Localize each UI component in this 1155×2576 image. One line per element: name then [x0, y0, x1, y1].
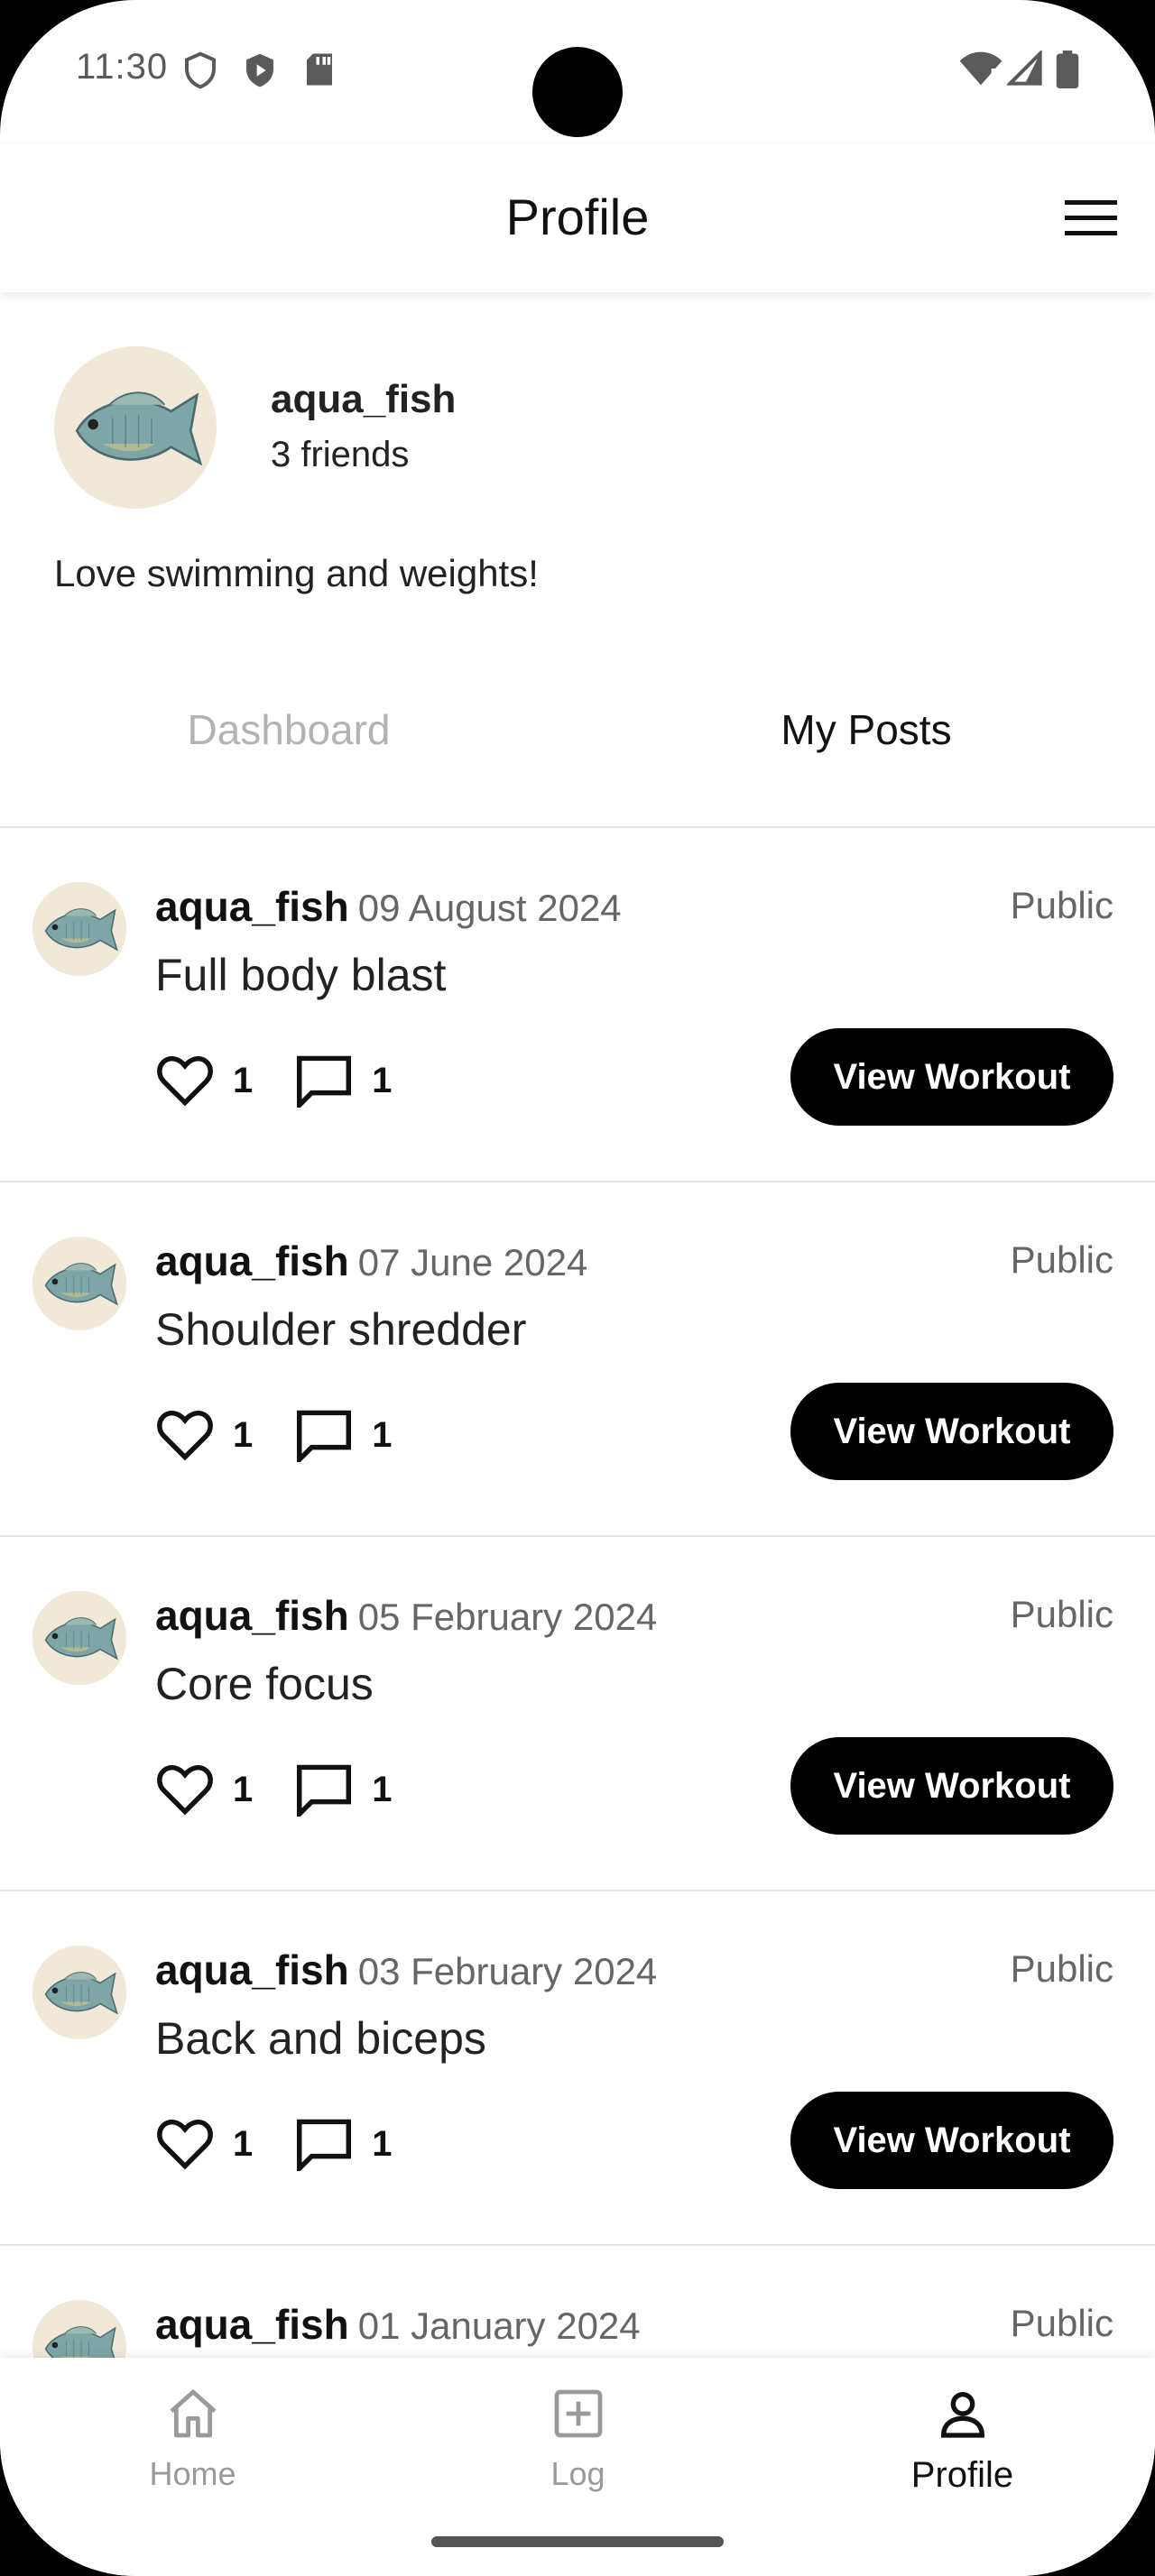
view-workout-button[interactable]: View Workout [790, 1737, 1113, 1835]
fish-avatar-image [54, 346, 217, 509]
like-count: 1 [233, 1769, 254, 1809]
post-title: Full body blast [155, 950, 447, 1000]
post-username[interactable]: aqua_fish [155, 1237, 349, 1284]
like-count: 1 [233, 2123, 254, 2164]
profile-username: aqua_fish [271, 377, 457, 421]
post-visibility: Public [1010, 1238, 1113, 1281]
shield-icon [185, 51, 216, 89]
screen: 11:30 Profile aqua_fish 3 friends Love s… [0, 0, 1155, 2576]
post-date: 03 February 2024 [357, 1950, 658, 1992]
cell-signal-icon [1007, 51, 1042, 86]
post-title: Shoulder shredder [155, 1304, 527, 1355]
post-date: 07 June 2024 [357, 1241, 588, 1283]
post-username[interactable]: aqua_fish [155, 1946, 349, 1993]
post-username[interactable]: aqua_fish [155, 883, 349, 930]
app-bar: Profile [0, 144, 1155, 292]
comment-icon[interactable] [294, 1408, 354, 1462]
nav-item-log[interactable]: Log [385, 2385, 771, 2493]
play-shield-icon [246, 53, 273, 87]
person-icon [940, 2392, 984, 2438]
post-date: 01 January 2024 [357, 2305, 641, 2347]
avatar[interactable] [32, 1591, 126, 1685]
status-time: 11:30 [76, 47, 169, 87]
profile-friends-count[interactable]: 3 friends [271, 435, 409, 475]
sd-card-icon [307, 53, 332, 86]
nav-label-home: Home [149, 2455, 236, 2492]
menu-icon[interactable] [1065, 198, 1117, 238]
wifi-icon [959, 51, 1003, 86]
post-header: aqua_fish 03 February 2024 [155, 1946, 657, 1994]
post-actions: 1 1 [155, 1052, 393, 1109]
home-indicator[interactable] [431, 2536, 724, 2547]
profile-avatar [54, 346, 217, 509]
fish-avatar-image [32, 882, 126, 976]
post-header: aqua_fish 01 January 2024 [155, 2300, 641, 2349]
post-card: aqua_fish 03 February 2024 Public Back an… [0, 1891, 1155, 2246]
fish-avatar-image [32, 1946, 126, 2039]
heart-icon[interactable] [155, 1408, 215, 1462]
post-actions: 1 1 [155, 1406, 393, 1464]
like-count: 1 [233, 1414, 254, 1455]
post-visibility: Public [1010, 1593, 1113, 1635]
comment-count: 1 [372, 1769, 393, 1809]
nav-item-profile[interactable]: Profile [770, 2385, 1155, 2496]
comment-icon[interactable] [294, 1762, 354, 1817]
camera-cutout [532, 47, 623, 137]
fish-avatar-image [32, 1591, 126, 1685]
nav-label-log: Log [550, 2455, 605, 2492]
post-date: 05 February 2024 [357, 1596, 658, 1638]
nav-label-profile: Profile [910, 2455, 1014, 2495]
plus-square-icon [554, 2389, 602, 2438]
nav-item-home[interactable]: Home [0, 2385, 385, 2493]
comment-icon[interactable] [294, 2117, 354, 2171]
post-card: aqua_fish 09 August 2024 Public Full body… [0, 828, 1155, 1182]
post-card: aqua_fish 05 February 2024 Public Core fo… [0, 1537, 1155, 1891]
home-icon [169, 2389, 217, 2438]
fish-avatar-image [32, 1237, 126, 1330]
tab-dashboard[interactable]: Dashboard [0, 705, 578, 754]
comment-count: 1 [372, 2123, 393, 2164]
page-title: Profile [505, 189, 650, 245]
post-actions: 1 1 [155, 1761, 393, 1818]
post-username[interactable]: aqua_fish [155, 1592, 349, 1639]
avatar[interactable] [32, 1946, 126, 2039]
heart-icon[interactable] [155, 2117, 215, 2171]
heart-icon[interactable] [155, 1053, 215, 1108]
post-visibility: Public [1010, 1947, 1113, 1990]
post-actions: 1 1 [155, 2115, 393, 2173]
profile-bio: Love swimming and weights! [54, 552, 539, 594]
avatar[interactable] [32, 1237, 126, 1330]
comment-icon[interactable] [294, 1053, 354, 1108]
post-header: aqua_fish 09 August 2024 [155, 882, 622, 931]
battery-icon [1056, 51, 1079, 88]
post-title: Back and biceps [155, 2013, 486, 2064]
post-card: aqua_fish 07 June 2024 Public Shoulder sh… [0, 1182, 1155, 1537]
post-header: aqua_fish 05 February 2024 [155, 1591, 657, 1640]
comment-count: 1 [372, 1060, 393, 1100]
post-header: aqua_fish 07 June 2024 [155, 1237, 587, 1285]
post-title: Core focus [155, 1659, 374, 1709]
status-bar: 11:30 [0, 0, 1155, 144]
tab-my-posts[interactable]: My Posts [578, 705, 1155, 754]
view-workout-button[interactable]: View Workout [790, 2092, 1113, 2189]
view-workout-button[interactable]: View Workout [790, 1028, 1113, 1126]
view-workout-button[interactable]: View Workout [790, 1383, 1113, 1480]
heart-icon[interactable] [155, 1762, 215, 1817]
comment-count: 1 [372, 1414, 393, 1455]
avatar[interactable] [32, 882, 126, 976]
like-count: 1 [233, 1060, 254, 1100]
post-username[interactable]: aqua_fish [155, 2301, 349, 2348]
post-visibility: Public [1010, 884, 1113, 926]
post-date: 09 August 2024 [357, 887, 622, 929]
post-visibility: Public [1010, 2302, 1113, 2344]
